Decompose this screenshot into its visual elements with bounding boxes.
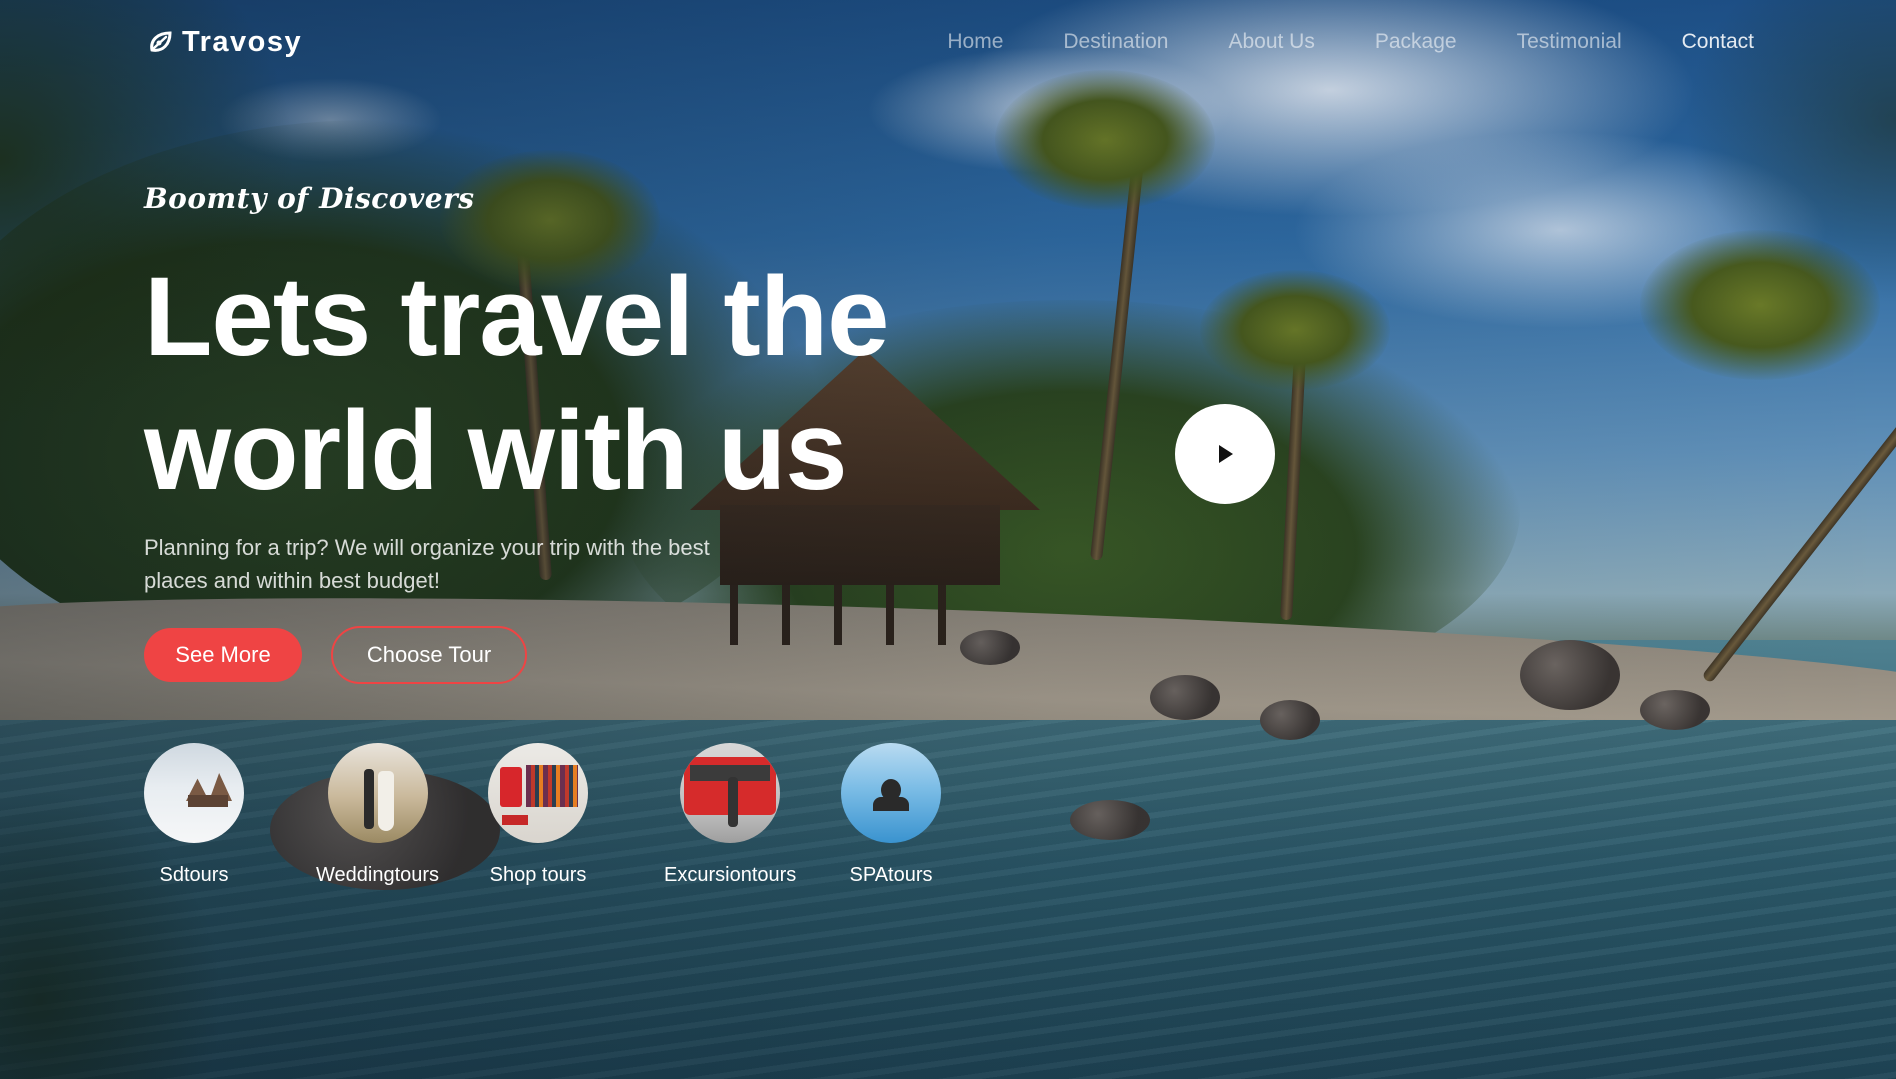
brand-name: Travosy — [182, 26, 303, 58]
choose-tour-button[interactable]: Choose Tour — [331, 626, 527, 684]
snowy-cabin-thumbnail — [144, 743, 244, 843]
nav-testimonial[interactable]: Testimonial — [1517, 30, 1622, 54]
hero-tagline: Boomty of Discovers — [144, 182, 475, 215]
brand-logo[interactable]: Travosy — [146, 26, 302, 59]
play-icon — [1219, 445, 1233, 463]
wedding-couple-thumbnail — [327, 743, 428, 843]
hero-headline: Lets travel the world with us — [144, 250, 964, 518]
category-weddingtours[interactable]: Weddingtours — [316, 743, 439, 887]
category-label: Shop tours — [489, 864, 587, 886]
nav-package[interactable]: Package — [1375, 30, 1457, 54]
clothing-rack-thumbnail — [488, 743, 588, 843]
nav-destination[interactable]: Destination — [1063, 30, 1168, 54]
category-label: Weddingtours — [316, 864, 440, 886]
red-bus-thumbnail — [680, 743, 781, 843]
nav-home[interactable]: Home — [947, 30, 1003, 54]
infinity-pool-thumbnail — [841, 743, 941, 843]
see-more-button[interactable]: See More — [144, 628, 302, 682]
compass-leaf-icon — [150, 30, 172, 52]
category-excursiontours[interactable]: Excursiontours — [664, 743, 796, 887]
category-shop-tours[interactable]: Shop tours — [488, 743, 588, 887]
category-sdtours[interactable]: Sdtours — [144, 743, 244, 887]
hero-headline-line1: Lets travel the — [144, 254, 889, 379]
hero-headline-line2: world with us — [144, 388, 848, 513]
category-label: Sdtours — [159, 864, 229, 886]
category-spatours[interactable]: SPAtours — [841, 743, 941, 887]
play-video-button[interactable] — [1175, 404, 1275, 504]
nav-contact[interactable]: Contact — [1682, 30, 1754, 54]
hero-description: Planning for a trip? We will organize yo… — [144, 535, 710, 593]
category-label: Excursiontours — [664, 864, 797, 886]
category-label: SPAtours — [849, 864, 933, 886]
nav-about-us[interactable]: About Us — [1228, 30, 1314, 54]
main-navigation: Home Destination About Us Package Testim… — [947, 30, 1754, 54]
